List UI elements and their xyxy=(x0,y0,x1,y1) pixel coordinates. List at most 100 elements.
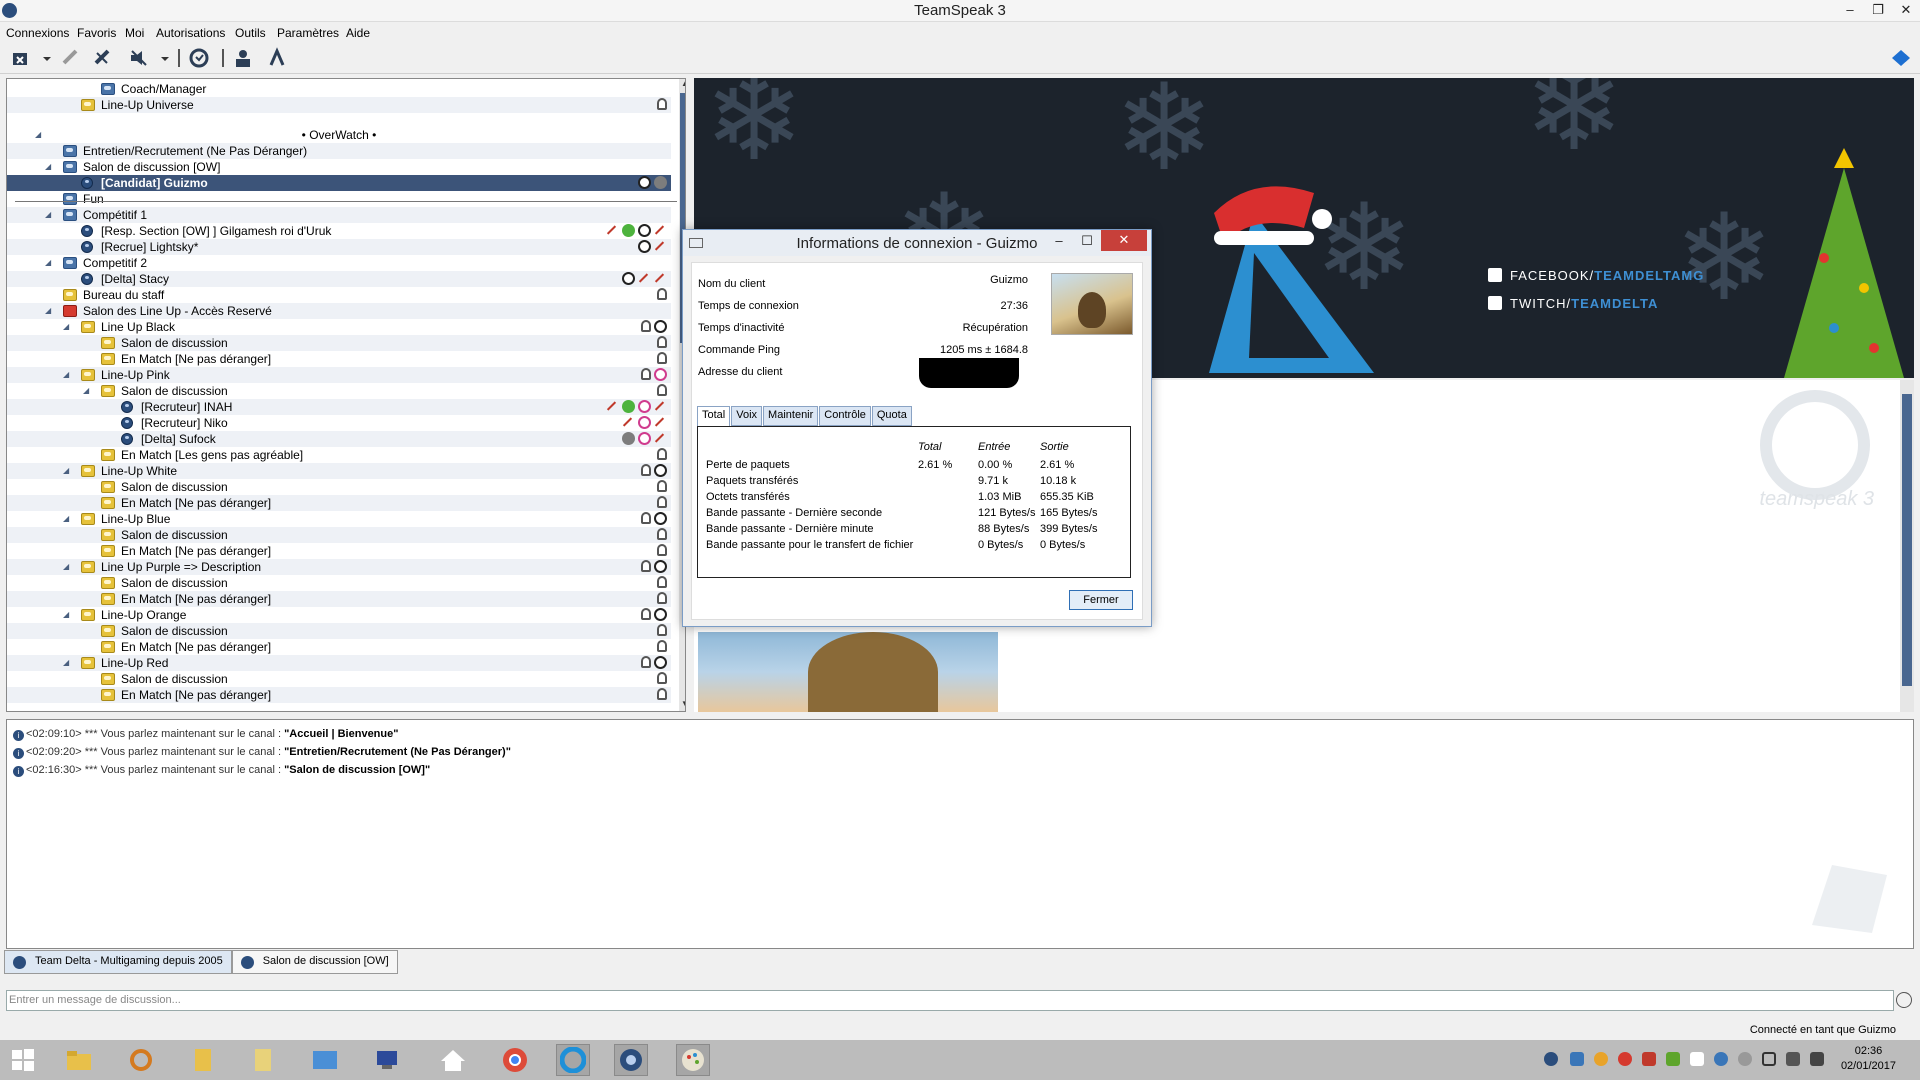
mute-microphone-icon[interactable] xyxy=(92,47,116,69)
channel-row[interactable]: Salon de discussion xyxy=(7,575,671,591)
dialog-minimize-button[interactable]: – xyxy=(1047,233,1071,248)
headphones-icon[interactable] xyxy=(124,1044,158,1076)
channel-row[interactable]: ◢ Line Up Black xyxy=(7,319,671,335)
tab-quota[interactable]: Quota xyxy=(871,406,912,426)
channel-row[interactable]: ◢ Line Up Purple => Description xyxy=(7,559,671,575)
whisper-icon[interactable] xyxy=(266,47,290,69)
teamspeak-taskbar-icon[interactable] xyxy=(614,1044,648,1076)
channel-row[interactable]: En Match [Ne pas déranger] xyxy=(7,543,671,559)
menu-outils[interactable]: Outils xyxy=(235,26,266,40)
tab-server-chat[interactable]: Team Delta - Multigaming depuis 2005 xyxy=(4,950,232,974)
control-panel-icon[interactable] xyxy=(308,1044,342,1076)
expand-arrow-icon[interactable]: ◢ xyxy=(63,559,73,575)
channel-row[interactable]: En Match [Ne pas déranger] xyxy=(7,639,671,655)
spacer-row[interactable]: • OverWatch • ◢ xyxy=(7,127,671,143)
contacts-icon[interactable] xyxy=(232,47,256,69)
minimize-button[interactable]: – xyxy=(1836,0,1864,22)
flag-icon[interactable] xyxy=(1762,1052,1776,1066)
twitch-link[interactable]: TWITCH/TEAMDELTA xyxy=(1488,296,1658,311)
emoticon-icon[interactable] xyxy=(1896,992,1912,1008)
file-explorer-icon[interactable] xyxy=(62,1044,96,1076)
subscribe-icon[interactable] xyxy=(188,47,212,69)
channel-row[interactable]: ◢ Line-Up Orange xyxy=(7,607,671,623)
channel-row[interactable]: Salon de discussion xyxy=(7,623,671,639)
channel-row[interactable]: ◢ Compétitif 1 xyxy=(7,207,671,223)
expand-arrow-icon[interactable]: ◢ xyxy=(45,207,55,223)
network-icon[interactable] xyxy=(370,1044,404,1076)
expand-arrow-icon[interactable]: ◢ xyxy=(45,159,55,175)
teamspeak-tray-icon[interactable] xyxy=(1544,1052,1558,1066)
tray-app-icon[interactable] xyxy=(1594,1052,1608,1066)
info-scrollbar[interactable] xyxy=(1900,380,1914,712)
onedrive-icon[interactable] xyxy=(1690,1052,1704,1066)
channel-row[interactable]: ◢ Line-Up Blue xyxy=(7,511,671,527)
expand-arrow-icon[interactable]: ◢ xyxy=(45,255,55,271)
tray-app-icon[interactable] xyxy=(1714,1052,1728,1066)
channel-row[interactable]: Salon de discussion xyxy=(7,335,671,351)
channel-row[interactable]: Salon de discussion xyxy=(7,527,671,543)
chat-channel-link[interactable]: "Entretien/Recrutement (Ne Pas Déranger)… xyxy=(284,746,511,758)
start-button[interactable] xyxy=(6,1044,40,1076)
volume-icon[interactable] xyxy=(1810,1052,1824,1066)
client-row[interactable]: [Resp. Section [OW] ] Gilgamesh roi d'Ur… xyxy=(7,223,671,239)
expand-arrow-icon[interactable]: ◢ xyxy=(45,303,55,319)
channel-row[interactable]: En Match [Les gens pas agréable] xyxy=(7,447,671,463)
channel-row[interactable]: En Match [Ne pas déranger] xyxy=(7,351,671,367)
channel-row[interactable]: En Match [Ne pas déranger] xyxy=(7,591,671,607)
channel-row[interactable]: Salon de discussion xyxy=(7,479,671,495)
channel-row[interactable]: Entretien/Recrutement (Ne Pas Déranger) xyxy=(7,143,671,159)
channel-row[interactable]: En Match [Ne pas déranger] xyxy=(7,687,671,703)
channel-tree[interactable]: Coach/Manager Line-Up Universe • OverWatch… xyxy=(6,78,686,712)
tab-channel-chat[interactable]: Salon de discussion [OW] xyxy=(231,950,398,974)
expand-arrow-icon[interactable]: ◢ xyxy=(83,383,93,399)
channel-row[interactable]: Salon de discussion xyxy=(7,671,671,687)
expand-arrow-icon[interactable]: ◢ xyxy=(35,127,45,143)
menu-parametres[interactable]: Paramètres xyxy=(277,26,339,40)
menu-connexions[interactable]: Connexions xyxy=(6,26,69,40)
scroll-down-icon[interactable]: ▼ xyxy=(679,699,685,711)
expand-arrow-icon[interactable]: ◢ xyxy=(63,511,73,527)
tab-total[interactable]: Total xyxy=(697,406,731,428)
chrome-icon[interactable] xyxy=(498,1044,532,1076)
tray-app-icon[interactable] xyxy=(1570,1052,1584,1066)
dialog-close-button[interactable]: ✕ xyxy=(1101,230,1147,251)
taskbar-clock[interactable]: 02:36 02/01/2017 xyxy=(1841,1044,1896,1074)
fermer-button[interactable]: Fermer xyxy=(1069,590,1133,610)
chat-log[interactable]: i <02:09:10> *** Vous parlez maintenant s… xyxy=(6,719,1914,949)
network-signal-icon[interactable] xyxy=(1786,1052,1800,1066)
chat-channel-link[interactable]: "Salon de discussion [OW]" xyxy=(284,764,430,776)
channel-row[interactable]: Fun xyxy=(7,191,671,207)
channel-row[interactable]: Line-Up Universe xyxy=(7,97,671,113)
channel-row[interactable]: ◢ Salon de discussion [OW] xyxy=(7,159,671,175)
home-icon[interactable] xyxy=(436,1044,470,1076)
channel-row[interactable]: ◢ Line-Up Red xyxy=(7,655,671,671)
expand-arrow-icon[interactable]: ◢ xyxy=(63,463,73,479)
restore-button[interactable]: ❐ xyxy=(1864,0,1892,22)
tab-maintenir[interactable]: Maintenir xyxy=(763,406,819,426)
client-row[interactable]: [Candidat] Guizmo xyxy=(7,175,671,191)
menu-moi[interactable]: Moi xyxy=(125,26,144,40)
menu-aide[interactable]: Aide xyxy=(346,26,370,40)
speakers-dropdown-icon[interactable] xyxy=(154,47,169,69)
menu-favoris[interactable]: Favoris xyxy=(77,26,116,40)
away-icon[interactable] xyxy=(60,47,84,69)
channel-row[interactable]: Coach/Manager xyxy=(7,81,671,97)
connect-dropdown-icon[interactable] xyxy=(36,47,51,69)
documents-icon[interactable] xyxy=(246,1044,280,1076)
scroll-up-icon[interactable]: ▲ xyxy=(679,79,685,91)
channel-row[interactable]: ◢ Line-Up White xyxy=(7,463,671,479)
chat-channel-link[interactable]: "Accueil | Bienvenue" xyxy=(284,728,398,740)
folder-icon[interactable] xyxy=(186,1044,220,1076)
server-diamond-icon[interactable] xyxy=(1890,47,1914,69)
chat-message-input[interactable]: Entrer un message de discussion... xyxy=(6,990,1894,1011)
client-row[interactable]: [Recrue] Lightsky* xyxy=(7,239,671,255)
channel-row[interactable]: En Match [Ne pas déranger] xyxy=(7,495,671,511)
facebook-link[interactable]: FACEBOOK/TEAMDELTAMG xyxy=(1488,268,1704,283)
tray-app-icon[interactable] xyxy=(1642,1052,1656,1066)
close-window-button[interactable]: ✕ xyxy=(1892,0,1920,22)
channel-row[interactable]: Bureau du staff xyxy=(7,287,671,303)
mute-speakers-icon[interactable] xyxy=(128,47,152,69)
tray-app-icon[interactable] xyxy=(1738,1052,1752,1066)
client-row[interactable]: [Delta] Stacy xyxy=(7,271,671,287)
tray-app-icon[interactable] xyxy=(1666,1052,1680,1066)
